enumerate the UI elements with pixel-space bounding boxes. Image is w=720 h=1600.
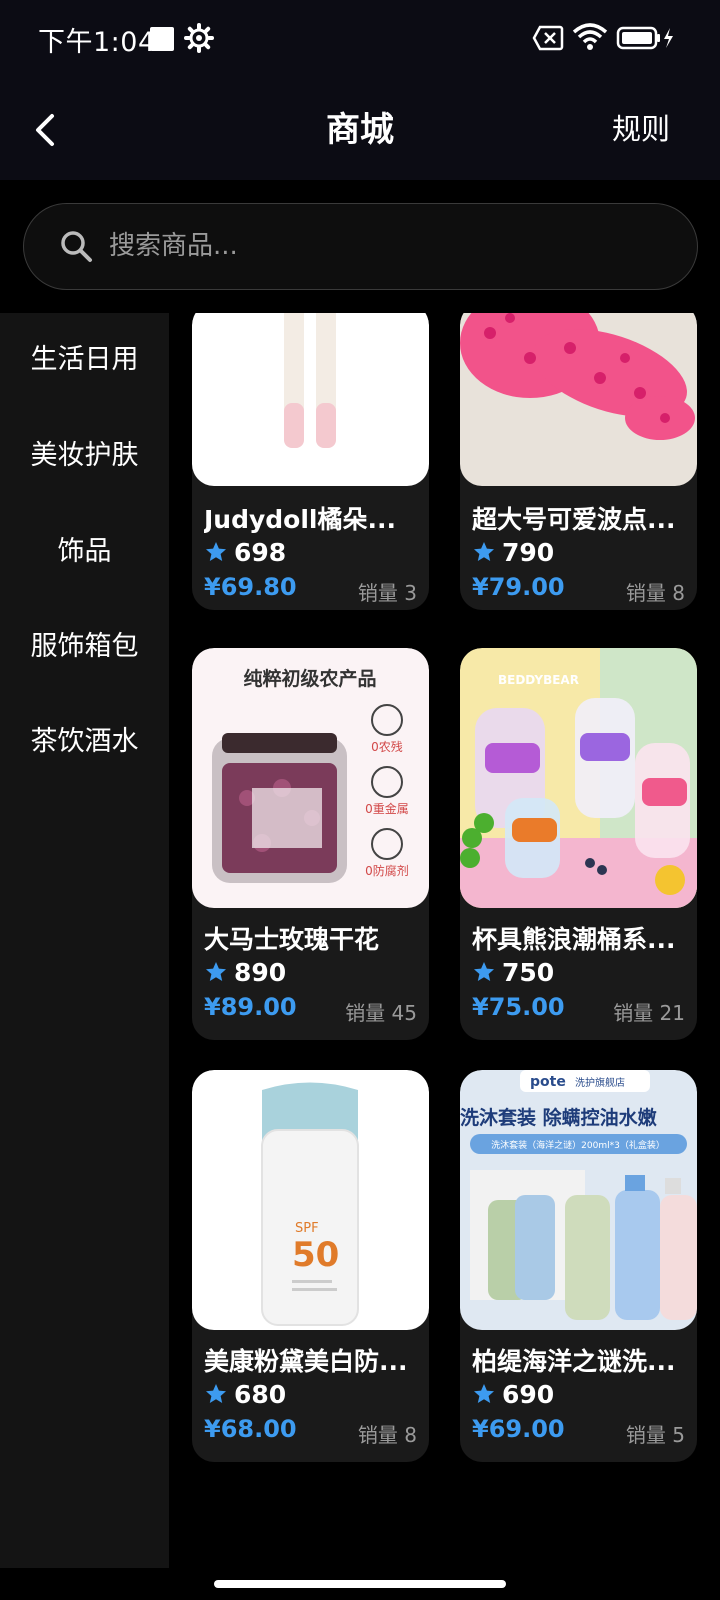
product-name: 杯具熊浪潮桶系...	[472, 925, 676, 954]
star-icon	[206, 962, 226, 981]
category-apparel-bags[interactable]: 服饰箱包	[0, 624, 169, 663]
wifi-icon	[572, 23, 608, 50]
product-card[interactable]: SPF 50 美康粉黛美白防... 680 ¥68.00 销量 8	[192, 1070, 429, 1462]
image-brand: pote	[530, 1074, 566, 1090]
image-label-pesticide: 0农残	[371, 740, 403, 754]
star-icon	[474, 962, 494, 981]
star-icon	[206, 542, 226, 561]
image-spf-label: SPF	[295, 1221, 319, 1236]
image-headline: 洗沐套装 除螨控油水嫩	[460, 1106, 658, 1129]
product-image: 纯粹初级农产品 0农残 0重金属 0防腐剂	[192, 648, 429, 908]
image-label-heavy-metal: 0重金属	[365, 801, 409, 816]
product-price: ¥69.80	[204, 573, 297, 601]
category-accessories[interactable]: 饰品	[0, 529, 169, 568]
product-card[interactable]: BEDDYBEAR 杯具熊浪潮桶系... 750 ¥75.00 销量 21	[460, 648, 697, 1040]
product-card[interactable]: Judydoll橘朵... 698 ¥69.80 销量 3	[192, 313, 429, 610]
image-label-preservative: 0防腐剂	[365, 863, 409, 878]
rules-button[interactable]: 规则	[612, 106, 670, 148]
status-time: 下午1:04	[38, 27, 156, 58]
search-bar	[0, 180, 720, 313]
product-score: 790	[502, 538, 555, 567]
product-sales: 销量 3	[357, 581, 417, 605]
product-name: 超大号可爱波点...	[472, 505, 676, 534]
product-name: Judydoll橘朵...	[204, 505, 396, 534]
image-subheadline: 洗沐套装（海洋之谜）200ml*3（礼盒装）	[491, 1139, 665, 1151]
image-headline: 纯粹初级农产品	[243, 667, 376, 690]
category-tea-drinks[interactable]: 茶饮酒水	[0, 719, 169, 758]
product-price: ¥75.00	[472, 993, 565, 1021]
product-sales: 销量 8	[625, 581, 685, 605]
product-sales: 销量 8	[357, 1423, 417, 1447]
product-grid: Judydoll橘朵... 698 ¥69.80 销量 3 超大号可爱波点...…	[169, 313, 720, 1568]
star-icon	[474, 542, 494, 561]
category-beauty-skincare[interactable]: 美妆护肤	[0, 433, 169, 472]
search-box[interactable]	[23, 203, 698, 290]
product-sales: 销量 21	[613, 1001, 685, 1025]
product-price: ¥68.00	[204, 1415, 297, 1443]
category-daily-goods[interactable]: 生活日用	[0, 337, 169, 376]
product-image: SPF 50	[192, 1070, 429, 1330]
product-name: 柏缇海洋之谜洗...	[472, 1347, 676, 1376]
product-card[interactable]: 纯粹初级农产品 0农残 0重金属 0防腐剂 大马士玫瑰干花 890 ¥89.00…	[192, 648, 429, 1040]
search-input[interactable]	[109, 224, 609, 268]
product-score: 680	[234, 1380, 287, 1409]
product-score: 690	[502, 1380, 555, 1409]
product-image	[192, 313, 429, 486]
product-price: ¥69.00	[472, 1415, 565, 1443]
product-score: 750	[502, 958, 555, 987]
star-icon	[474, 1384, 494, 1403]
product-image: pote 洗护旗舰店 洗沐套装 除螨控油水嫩 洗沐套装（海洋之谜）200ml*3…	[460, 1070, 697, 1330]
status-bar: 下午1:04	[0, 0, 720, 80]
product-score: 698	[234, 538, 287, 567]
product-card[interactable]: pote 洗护旗舰店 洗沐套装 除螨控油水嫩 洗沐套装（海洋之谜）200ml*3…	[460, 1070, 697, 1462]
battery-charging-icon	[616, 26, 673, 50]
product-score: 890	[234, 958, 287, 987]
search-icon	[61, 231, 92, 262]
image-store: 洗护旗舰店	[575, 1076, 625, 1089]
product-sales: 销量 5	[625, 1423, 685, 1447]
top-app-bar: 商城 规则	[0, 80, 720, 180]
gear-icon	[184, 23, 214, 53]
image-brand: BEDDYBEAR	[498, 673, 579, 687]
product-image: BEDDYBEAR	[460, 648, 697, 908]
image-spf-value: 50	[292, 1235, 339, 1275]
product-price: ¥89.00	[204, 993, 297, 1021]
category-sidebar: 生活日用 美妆护肤 饰品 服饰箱包 茶饮酒水	[0, 313, 169, 1568]
product-sales: 销量 45	[345, 1001, 417, 1025]
product-name: 美康粉黛美白防...	[204, 1347, 408, 1376]
notification-square-icon	[150, 27, 174, 51]
product-price: ¥79.00	[472, 573, 565, 601]
star-icon	[206, 1384, 226, 1403]
product-name: 大马士玫瑰干花	[204, 925, 380, 954]
product-image	[460, 313, 697, 486]
home-indicator[interactable]	[214, 1580, 506, 1588]
no-sim-icon	[532, 25, 564, 51]
product-card[interactable]: 超大号可爱波点... 790 ¥79.00 销量 8	[460, 313, 697, 610]
